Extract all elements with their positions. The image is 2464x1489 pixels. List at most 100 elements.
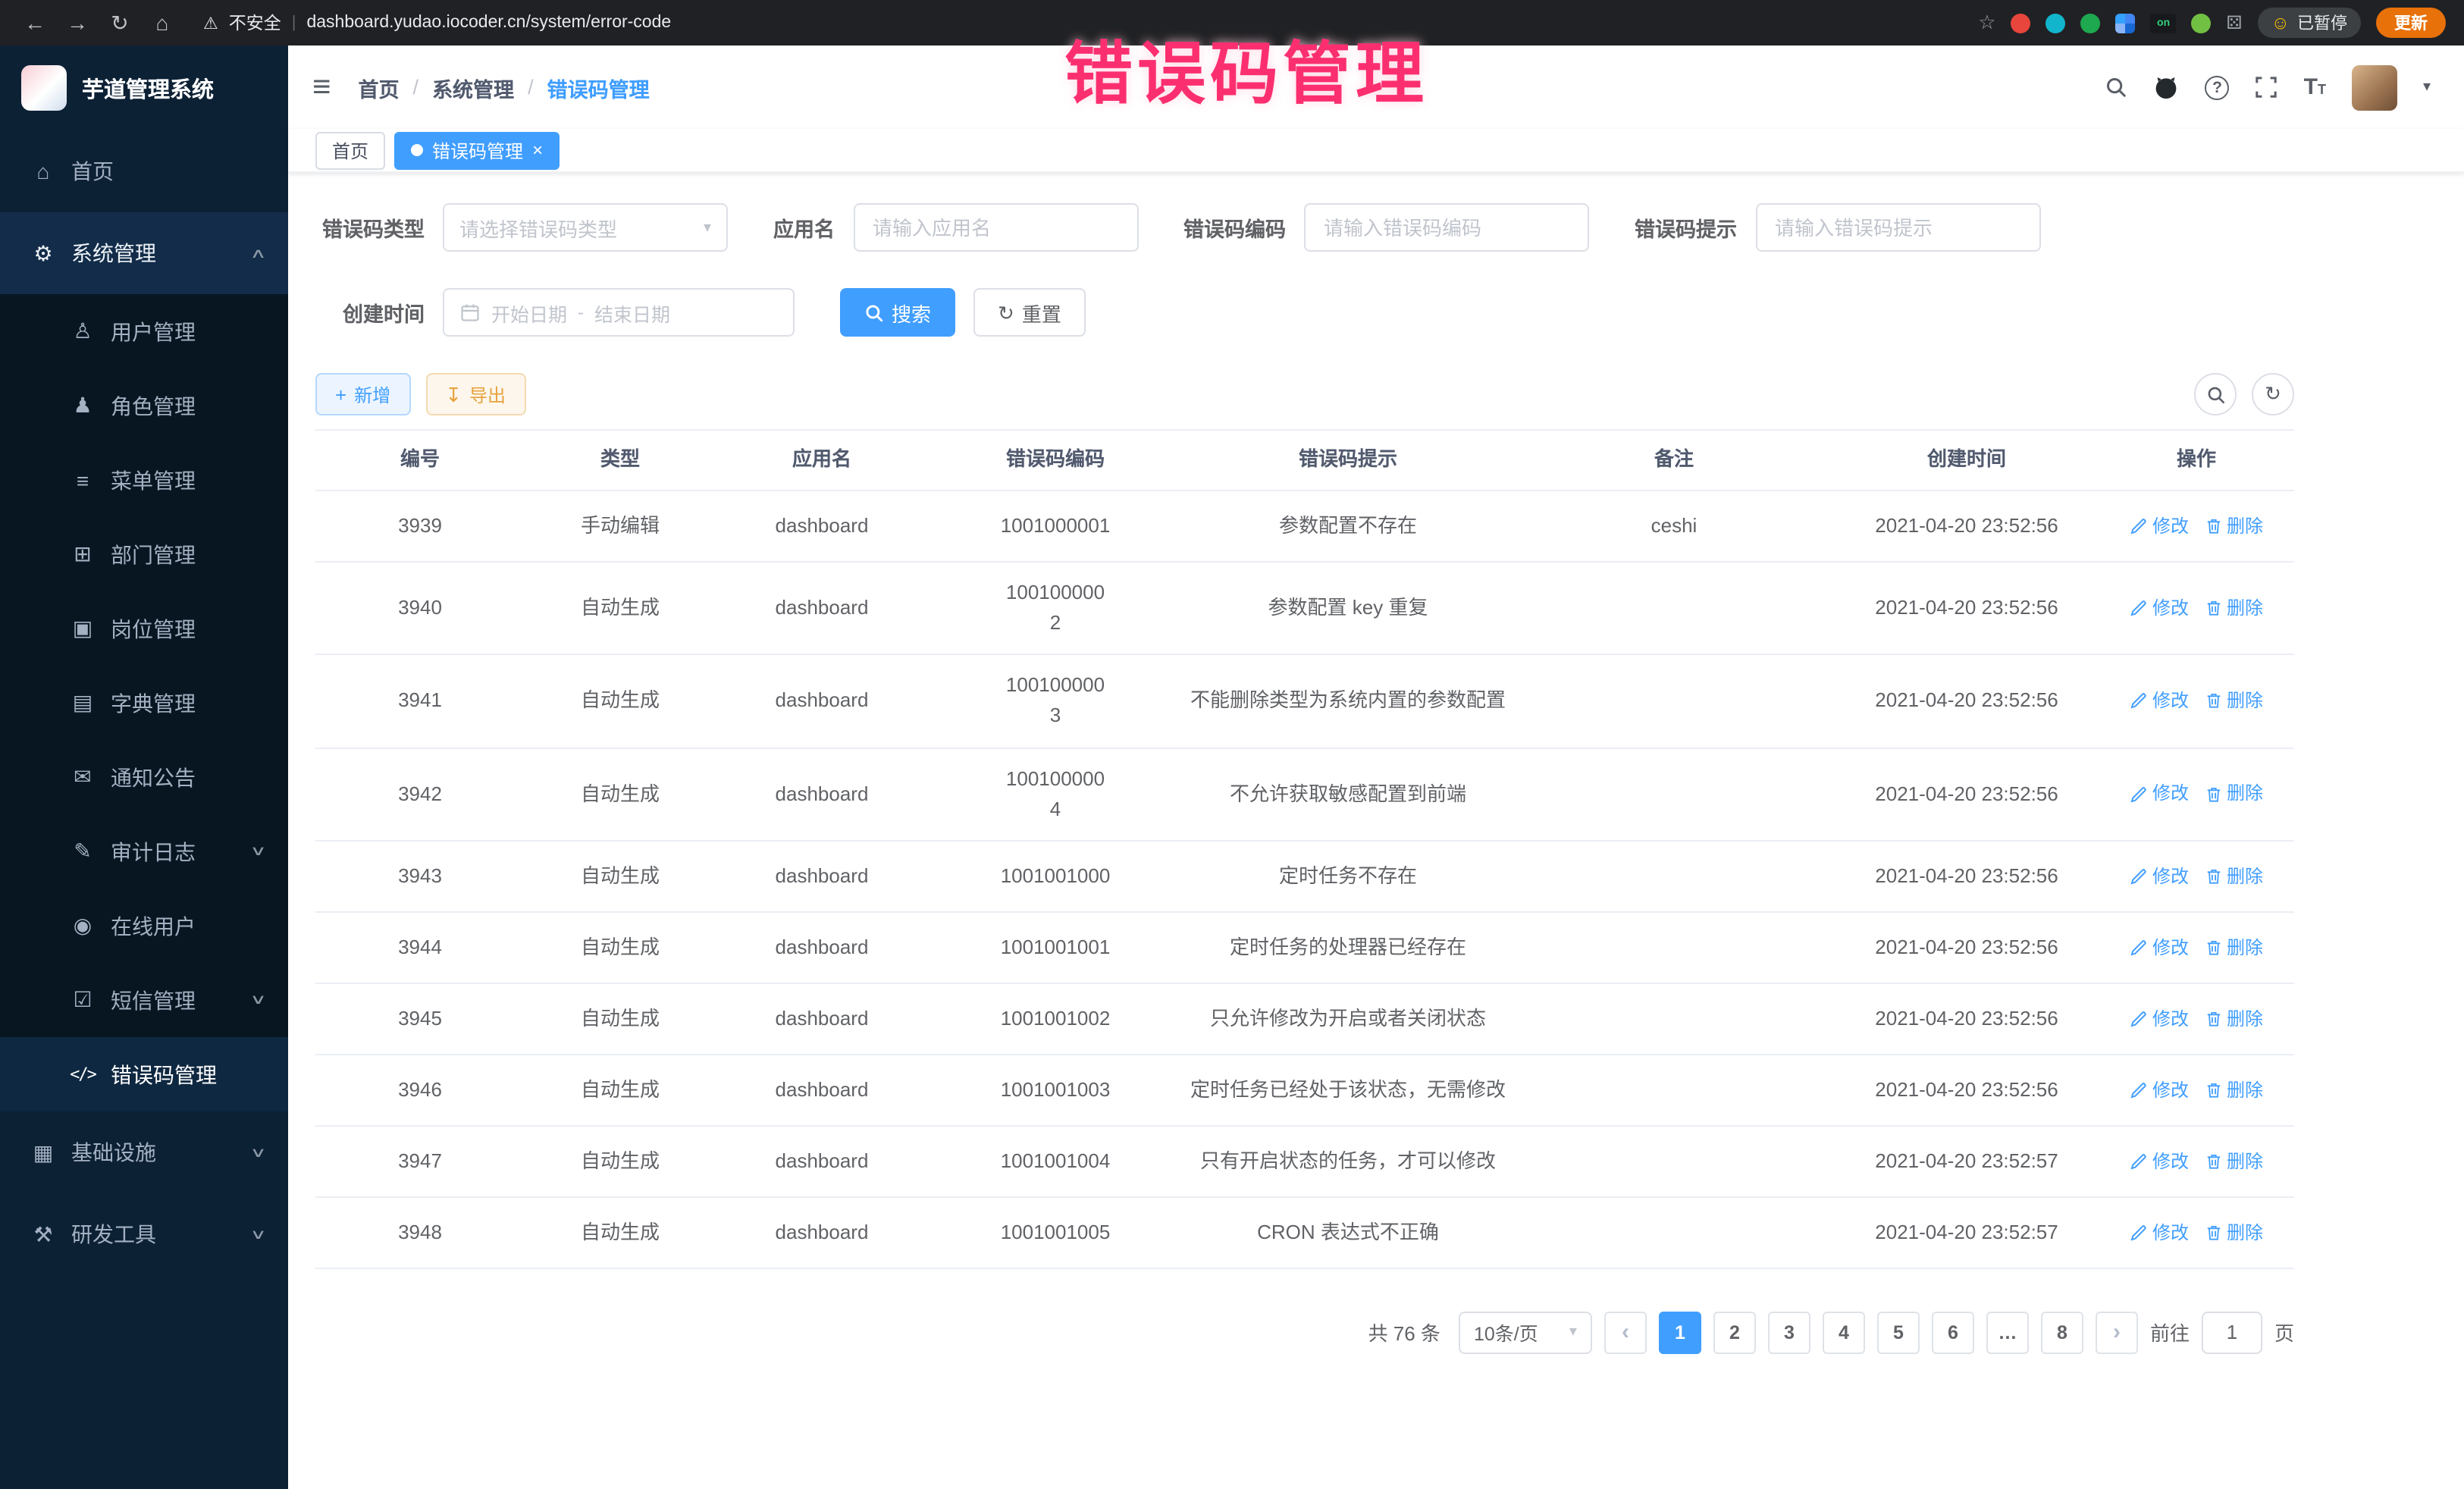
page-button[interactable]: 6: [1932, 1312, 1974, 1354]
add-button[interactable]: + 新增: [315, 373, 410, 415]
address-bar[interactable]: ⚠ 不安全 | dashboard.yudao.iocoder.cn/syste…: [203, 11, 1969, 35]
date-range-picker[interactable]: 开始日期 - 结束日期: [443, 288, 795, 337]
next-page-button[interactable]: ›: [2096, 1312, 2138, 1354]
start-date-placeholder[interactable]: 开始日期: [491, 298, 567, 327]
sidebar-item-sms[interactable]: ☑ 短信管理 ∨: [0, 963, 288, 1037]
delete-link[interactable]: 删除: [2204, 594, 2263, 622]
app-name-input[interactable]: [870, 215, 1121, 240]
extension-icon-green[interactable]: [2081, 13, 2101, 33]
delete-link[interactable]: 删除: [2204, 862, 2263, 890]
delete-link[interactable]: 删除: [2204, 512, 2263, 540]
delete-link[interactable]: 删除: [2204, 1076, 2263, 1104]
edit-link[interactable]: 修改: [2130, 1005, 2189, 1033]
sidebar-item-online[interactable]: ◉ 在线用户: [0, 889, 288, 963]
extension-icon-on-badge[interactable]: on: [2151, 13, 2177, 33]
chevron-down-icon[interactable]: ▾: [2423, 79, 2431, 96]
user-avatar[interactable]: [2352, 64, 2397, 110]
github-icon[interactable]: [2154, 74, 2180, 100]
sidebar-item-post[interactable]: ▣ 岗位管理: [0, 591, 288, 666]
sidebar-item-infra[interactable]: ▦ 基础设施 ∨: [0, 1111, 288, 1193]
page-size-select[interactable]: 10条/页 ▾: [1459, 1312, 1592, 1354]
breadcrumb-system[interactable]: 系统管理: [432, 72, 514, 102]
sidebar-item-error-code[interactable]: </> 错误码管理: [0, 1037, 288, 1111]
export-button[interactable]: ↧ 导出: [425, 373, 525, 415]
browser-home-icon[interactable]: ⌂: [146, 0, 179, 45]
profile-paused-chip[interactable]: ☺ 已暂停: [2257, 8, 2361, 38]
search-button[interactable]: 搜索: [840, 288, 955, 337]
delete-link[interactable]: 删除: [2204, 933, 2263, 961]
search-toggle-button[interactable]: [2194, 373, 2237, 415]
help-icon[interactable]: ?: [2205, 75, 2230, 99]
breadcrumb-home[interactable]: 首页: [359, 72, 400, 102]
cell-memo: [1513, 1198, 1835, 1268]
breadcrumb-current: 错误码管理: [547, 72, 650, 102]
page-button[interactable]: 8: [2041, 1312, 2083, 1354]
reset-button[interactable]: ↻ 重置: [973, 288, 1086, 337]
sidebar-item-role[interactable]: ♟ 角色管理: [0, 368, 288, 443]
page-button[interactable]: 5: [1877, 1312, 1920, 1354]
sidebar-item-home[interactable]: ⌂ 首页: [0, 130, 288, 212]
reload-icon[interactable]: ↻: [103, 0, 136, 45]
hamburger-icon[interactable]: ≡: [312, 71, 331, 103]
logo-block[interactable]: 芋道管理系统: [0, 45, 288, 130]
delete-link[interactable]: 删除: [2204, 1147, 2263, 1175]
delete-link[interactable]: 删除: [2204, 687, 2263, 715]
sidebar-item-user[interactable]: ♙ 用户管理: [0, 294, 288, 368]
page-button[interactable]: …: [1986, 1312, 2029, 1354]
security-label[interactable]: 不安全: [229, 11, 281, 35]
filter-row-2: 创建时间 开始日期 - 结束日期 搜索: [315, 288, 2294, 337]
close-icon[interactable]: ×: [532, 141, 543, 159]
edit-link[interactable]: 修改: [2130, 687, 2189, 715]
goto-page-input[interactable]: [2202, 1312, 2262, 1354]
sidebar-item-menu[interactable]: ≡ 菜单管理: [0, 443, 288, 517]
edit-link[interactable]: 修改: [2130, 1076, 2189, 1104]
forward-icon[interactable]: →: [61, 0, 94, 45]
sidebar-item-system[interactable]: ⚙ 系统管理 ∧: [0, 212, 288, 294]
tab-home[interactable]: 首页: [315, 131, 385, 169]
sidebar-item-notice[interactable]: ✉ 通知公告: [0, 740, 288, 814]
edit-link[interactable]: 修改: [2130, 933, 2189, 961]
edit-link[interactable]: 修改: [2130, 594, 2189, 622]
edit-link[interactable]: 修改: [2130, 780, 2189, 808]
puzzle-icon[interactable]: ⚄: [2227, 12, 2243, 33]
extension-icon-teal[interactable]: [2046, 13, 2066, 33]
end-date-placeholder[interactable]: 结束日期: [594, 298, 670, 327]
error-type-select[interactable]: 请选择错误码类型 ▾: [443, 203, 728, 252]
edit-link[interactable]: 修改: [2130, 1218, 2189, 1246]
edit-link[interactable]: 修改: [2130, 512, 2189, 540]
sidebar-item-audit[interactable]: ✎ 审计日志 ∨: [0, 814, 288, 889]
extension-icon-red[interactable]: [2011, 13, 2031, 33]
cell-type: 自动生成: [525, 913, 716, 983]
page-button[interactable]: 2: [1713, 1312, 1756, 1354]
sidebar-item-dept[interactable]: ⊞ 部门管理: [0, 517, 288, 591]
delete-link[interactable]: 删除: [2204, 1218, 2263, 1246]
edit-link[interactable]: 修改: [2130, 862, 2189, 890]
browser-update-button[interactable]: 更新: [2376, 8, 2446, 38]
refresh-table-button[interactable]: ↻: [2252, 373, 2294, 415]
extension-icon-grid[interactable]: [2116, 13, 2136, 33]
chevron-down-icon: ▾: [704, 219, 711, 236]
tab-error-code[interactable]: 错误码管理 ×: [394, 131, 560, 169]
page-button[interactable]: 3: [1768, 1312, 1810, 1354]
cell-time: 2021-04-20 23:52:56: [1835, 563, 2099, 654]
sidebar-item-devtool[interactable]: ⚒ 研发工具 ∨: [0, 1193, 288, 1275]
search-icon[interactable]: [2105, 76, 2128, 99]
delete-link[interactable]: 删除: [2204, 1005, 2263, 1033]
url-text[interactable]: dashboard.yudao.iocoder.cn/system/error-…: [306, 14, 671, 32]
prev-page-button[interactable]: ‹: [1604, 1312, 1647, 1354]
column-header: 创建时间: [1835, 431, 2099, 490]
bookmark-star-icon[interactable]: ☆: [1978, 11, 1995, 35]
error-code-input[interactable]: [1321, 215, 1572, 240]
page-button[interactable]: 1: [1659, 1312, 1701, 1354]
sidebar-item-dict[interactable]: ▤ 字典管理: [0, 666, 288, 740]
back-icon[interactable]: ←: [18, 0, 52, 45]
fullscreen-icon[interactable]: [2256, 76, 2278, 99]
page-button[interactable]: 4: [1823, 1312, 1865, 1354]
delete-link[interactable]: 删除: [2204, 780, 2263, 808]
edit-link[interactable]: 修改: [2130, 1147, 2189, 1175]
extension-icon-leaf[interactable]: [2192, 13, 2212, 33]
font-size-icon[interactable]: TT: [2304, 76, 2326, 99]
pencil-icon: [2130, 867, 2148, 886]
error-msg-input[interactable]: [1772, 215, 2024, 240]
profile-face-icon: ☺: [2271, 12, 2290, 33]
